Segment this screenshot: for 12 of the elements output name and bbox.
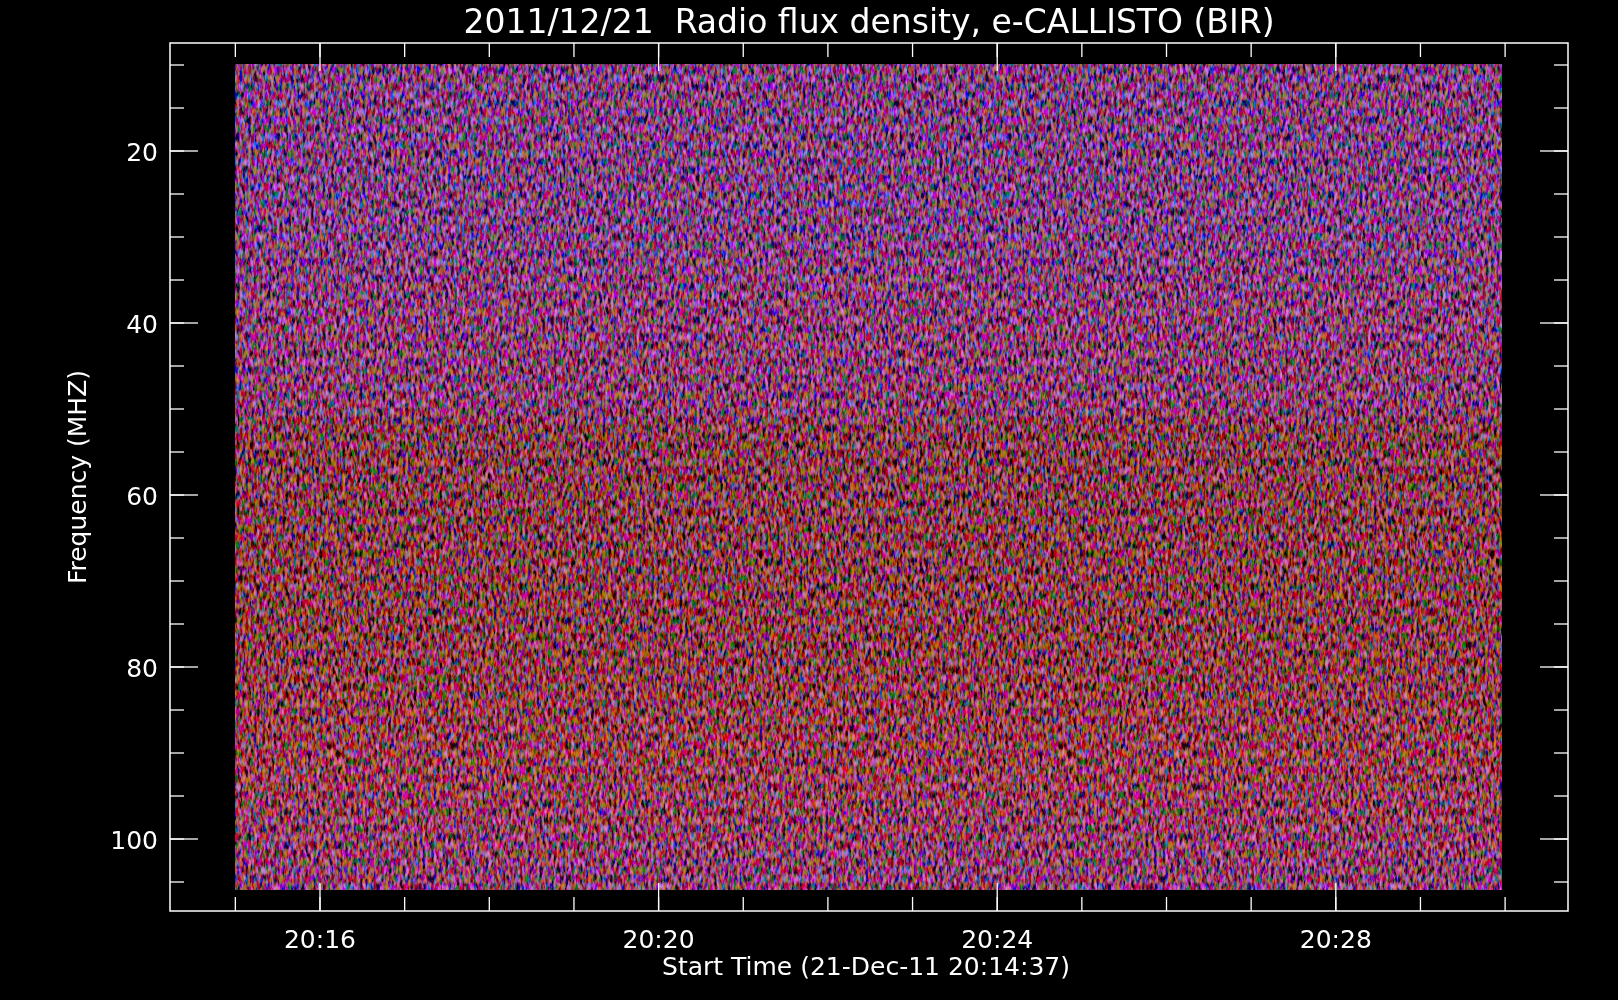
axis-tick-label: 80 xyxy=(126,654,158,683)
axis-tick-label: 20:24 xyxy=(961,925,1034,954)
axis-tick-label: 20:20 xyxy=(622,925,695,954)
axis-title: Start Time (21-Dec-11 20:14:37) xyxy=(662,952,1070,981)
axis-tick-label: 20:16 xyxy=(284,925,356,954)
axis-tick-label: 100 xyxy=(110,826,158,855)
chart-title: 2011/12/21 Radio flux density, e-CALLISTO (BIR) xyxy=(463,2,1275,41)
axis-tick-label: 40 xyxy=(126,310,158,339)
axis-tick-label: 20:28 xyxy=(1299,925,1372,954)
axis-tick-label: 20 xyxy=(126,138,158,167)
axis-tick-label: 60 xyxy=(126,482,158,511)
axis-title: Frequency (MHZ) xyxy=(63,369,92,585)
